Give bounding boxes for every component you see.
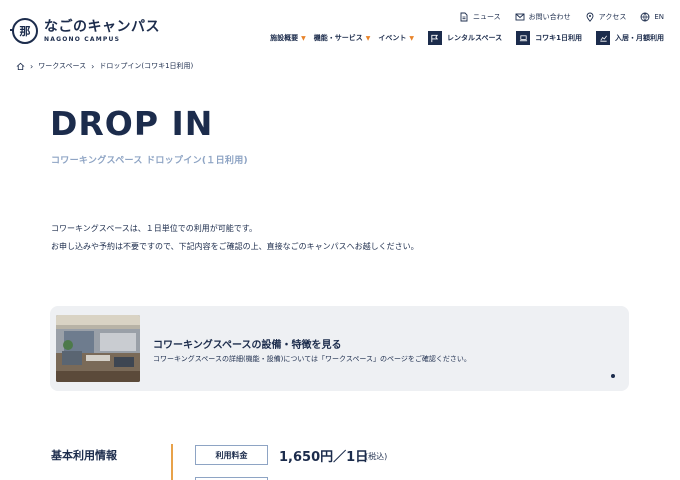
site-logo[interactable]: 那 なごのキャンパス NAGONO CAMPUS — [10, 18, 160, 44]
utility-nav: ニュース お問い合わせ アクセス EN — [459, 12, 664, 22]
nav-membership-label: 入居・月額利用 — [615, 34, 664, 42]
nav-facility[interactable]: 施設概要 ▼ — [270, 33, 306, 43]
nav-events-label: イベント — [378, 34, 407, 42]
contact-label: お問い合わせ — [528, 13, 571, 21]
nav-facility-label: 施設概要 — [270, 34, 299, 42]
global-nav: 施設概要 ▼ 機能・サービス ▼ イベント ▼ レンタルスペース コワキ1日利用… — [270, 31, 664, 45]
nav-day-use[interactable]: コワキ1日利用 — [516, 31, 582, 45]
intro-line-2: お申し込みや予約は不要ですので、下記内容をご確認の上、直接なごのキャンパスへお越… — [51, 242, 419, 251]
nav-membership[interactable]: 入居・月額利用 — [596, 31, 664, 45]
nav-events[interactable]: イベント ▼ — [378, 33, 414, 43]
intro-line-1: コワーキングスペースは、１日単位での利用が可能です。 — [51, 224, 257, 233]
laptop-icon — [519, 34, 527, 41]
page-subtitle: コワーキングスペース ドロップイン(１日利用) — [51, 156, 248, 166]
flag-icon — [431, 34, 439, 42]
chevron-right-icon: › — [91, 61, 95, 71]
breadcrumb-current: ドロップイン(コワキ1日利用) — [99, 62, 194, 70]
nav-rental-space-label: レンタルスペース — [446, 34, 503, 42]
nav-day-use-label: コワキ1日利用 — [535, 34, 582, 42]
breadcrumb: › ワークスペース › ドロップイン(コワキ1日利用) — [16, 61, 193, 71]
basic-info-heading: 基本利用情報 — [51, 449, 117, 462]
breadcrumb-workspace[interactable]: ワークスペース — [38, 61, 86, 71]
chart-up-icon — [599, 35, 607, 42]
mail-icon — [515, 13, 525, 21]
workspace-link-card[interactable]: コワーキングスペースの設備・特徴を見る コワーキングスペースの詳細(機能・設備)… — [50, 306, 629, 391]
fee-label: 利用料金 — [195, 445, 268, 465]
language-link[interactable]: EN — [640, 12, 664, 22]
news-label: ニュース — [473, 13, 501, 21]
language-label: EN — [654, 13, 664, 21]
workspace-photo — [56, 315, 140, 382]
chevron-down-icon: ▼ — [301, 34, 306, 42]
intro-text: コワーキングスペースは、１日単位での利用が可能です。 お申し込みや予約は不要です… — [51, 220, 419, 256]
section-divider — [171, 444, 173, 480]
chevron-down-icon: ▼ — [365, 34, 371, 42]
logo-mark: 那 — [10, 18, 38, 44]
card-description: コワーキングスペースの詳細(機能・設備)については「ワークスペース」のページをご… — [153, 355, 471, 363]
access-label: アクセス — [598, 13, 627, 21]
logo-text-en: NAGONO CAMPUS — [44, 35, 121, 43]
logo-text-ja: なごのキャンパス — [44, 18, 160, 35]
home-icon[interactable] — [16, 62, 25, 71]
page-title: DROP IN — [50, 104, 214, 143]
location-pin-icon — [586, 12, 594, 22]
card-title: コワーキングスペースの設備・特徴を見る — [153, 340, 342, 351]
chevron-down-icon: ▼ — [409, 34, 414, 42]
nav-rental-space[interactable]: レンタルスペース — [427, 31, 503, 45]
contact-link[interactable]: お問い合わせ — [515, 12, 571, 22]
news-link[interactable]: ニュース — [459, 12, 501, 22]
chevron-right-icon: › — [30, 61, 34, 71]
globe-icon — [640, 12, 650, 22]
nav-services-label: 機能・サービス — [313, 34, 363, 42]
nav-services[interactable]: 機能・サービス ▼ — [314, 33, 371, 43]
tax-note: (税込) — [365, 452, 388, 461]
fee-value: 1,650円／1日 — [279, 450, 369, 465]
dot-icon — [611, 374, 615, 378]
access-link[interactable]: アクセス — [585, 12, 627, 22]
document-icon — [460, 12, 468, 22]
